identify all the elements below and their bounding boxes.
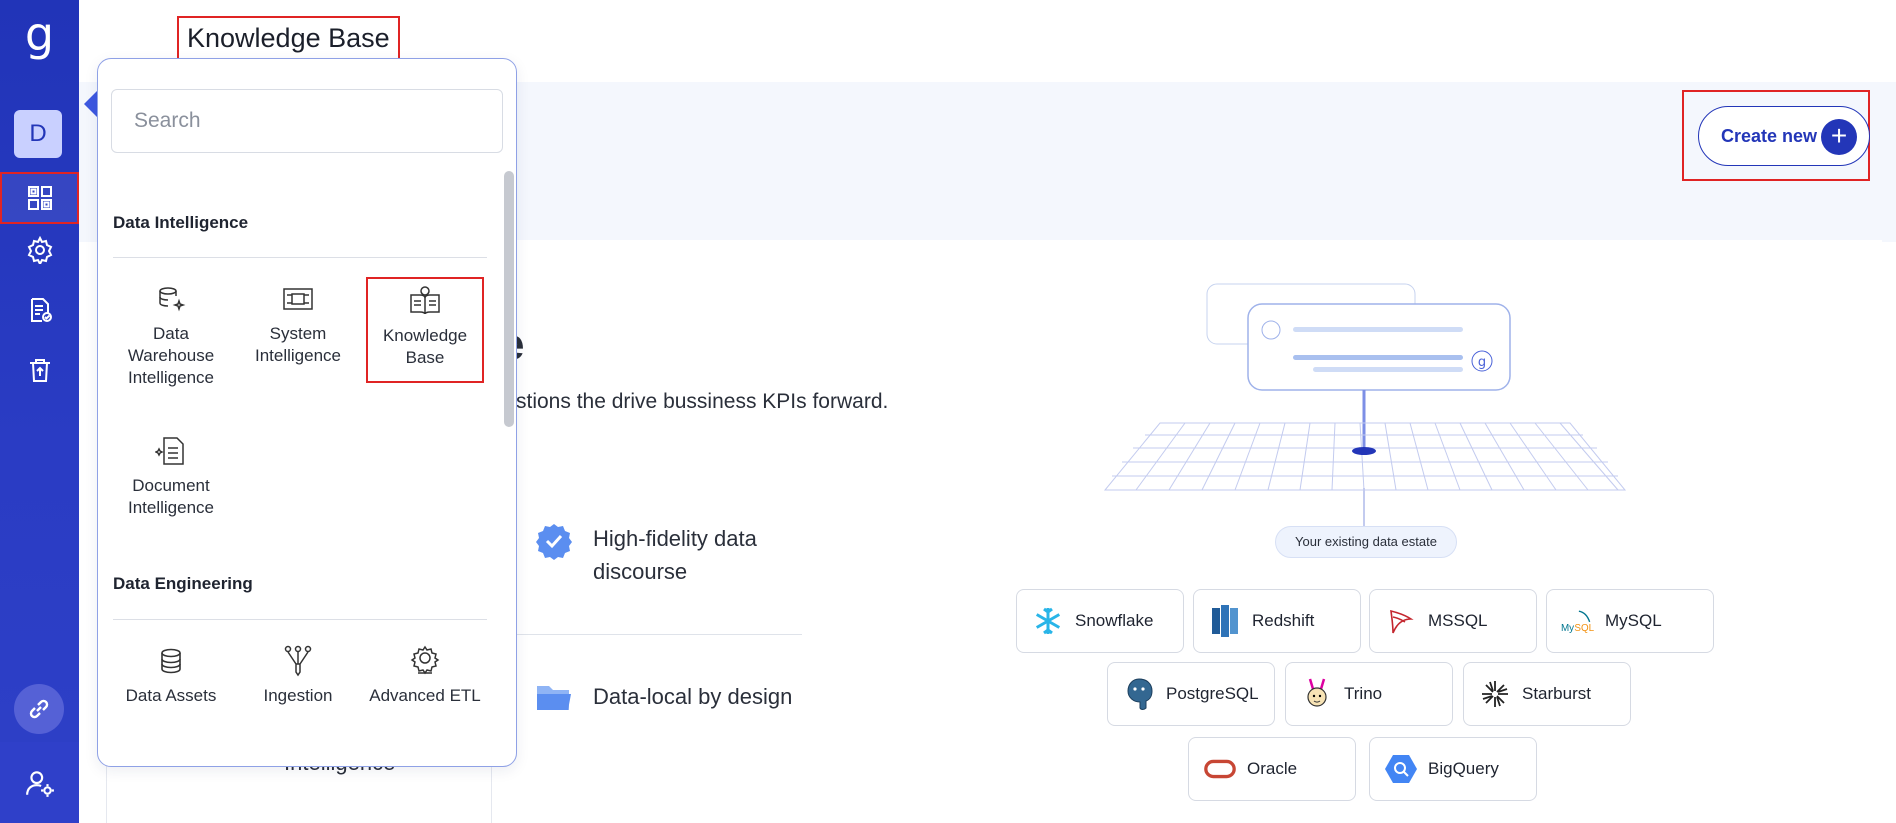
database-icon bbox=[161, 648, 181, 674]
source-chip-oracle: Oracle bbox=[1188, 737, 1356, 801]
menu-scrollbar[interactable] bbox=[504, 171, 514, 427]
feature-text: High-fidelity data discourse bbox=[593, 526, 757, 584]
rail-item-trash[interactable] bbox=[0, 344, 79, 396]
app-logo[interactable]: g bbox=[0, 8, 79, 60]
menu-item-ingestion[interactable]: Ingestion bbox=[239, 645, 357, 707]
avatar[interactable]: D bbox=[14, 110, 62, 158]
menu-item-label: System Intelligence bbox=[254, 324, 341, 365]
trash-icon bbox=[29, 359, 50, 382]
hero-subtitle: stions the drive bussiness KPIs forward. bbox=[516, 390, 889, 413]
funnel-icon bbox=[284, 645, 312, 677]
trino-icon bbox=[1300, 677, 1334, 711]
source-chip-mysql: My SQL MySQL bbox=[1546, 589, 1714, 653]
mssql-icon bbox=[1384, 604, 1418, 638]
menu-item-data-warehouse-intelligence[interactable]: Data Warehouse Intelligence bbox=[112, 283, 230, 389]
menu-item-label: Advanced ETL bbox=[369, 686, 481, 705]
mysql-icon: My SQL bbox=[1561, 604, 1595, 638]
menu-item-label: Data Warehouse Intelligence bbox=[127, 324, 215, 387]
create-new-button[interactable]: Create new + bbox=[1698, 106, 1870, 166]
source-name: PostgreSQL bbox=[1166, 684, 1259, 703]
rail-item-link[interactable] bbox=[14, 684, 64, 734]
verified-badge-icon bbox=[536, 524, 572, 560]
estate-label: Your existing data estate bbox=[1275, 526, 1457, 558]
section-title-data-engineering: Data Engineering bbox=[113, 574, 253, 593]
source-chip-redshift: Redshift bbox=[1193, 589, 1361, 653]
menu-item-label: Knowledge Base bbox=[382, 326, 468, 367]
svg-text:g: g bbox=[1478, 355, 1486, 370]
apps-menu: Data Intelligence Data Warehouse Intelli… bbox=[97, 58, 517, 767]
link-icon bbox=[29, 699, 49, 719]
source-name: MSSQL bbox=[1428, 611, 1488, 630]
menu-pointer bbox=[84, 90, 98, 118]
plus-icon: + bbox=[1821, 119, 1857, 155]
gear-hand-icon bbox=[410, 645, 440, 675]
source-chip-trino: Trino bbox=[1285, 662, 1453, 726]
redshift-icon bbox=[1208, 604, 1242, 638]
menu-item-label: Data Assets bbox=[125, 686, 217, 705]
source-chip-snowflake: Snowflake bbox=[1016, 589, 1184, 653]
database-sparkle-icon bbox=[159, 287, 186, 312]
divider bbox=[515, 634, 802, 635]
source-chip-postgresql: PostgreSQL bbox=[1107, 662, 1275, 726]
book-lightbulb-icon bbox=[410, 286, 440, 315]
rail-item-apps[interactable] bbox=[0, 172, 79, 224]
menu-item-system-intelligence[interactable]: System Intelligence bbox=[239, 283, 357, 367]
rail-item-settings[interactable] bbox=[0, 224, 79, 276]
menu-item-data-assets[interactable]: Data Assets bbox=[112, 645, 230, 707]
source-chip-mssql: MSSQL bbox=[1369, 589, 1537, 653]
source-chip-starburst: Starburst bbox=[1463, 662, 1631, 726]
menu-item-advanced-etl[interactable]: Advanced ETL bbox=[366, 645, 484, 707]
svg-text:SQL: SQL bbox=[1574, 623, 1594, 634]
feature-data-local: Data-local by design bbox=[535, 680, 793, 714]
svg-text:My: My bbox=[1561, 623, 1574, 634]
source-name: Trino bbox=[1344, 684, 1383, 703]
document-sparkle-icon bbox=[155, 437, 184, 465]
source-name: Starburst bbox=[1522, 684, 1591, 703]
menu-item-document-intelligence[interactable]: Document Intelligence bbox=[112, 435, 230, 519]
oracle-icon bbox=[1203, 752, 1237, 786]
page-title: Knowledge Base bbox=[177, 16, 400, 60]
section-divider bbox=[113, 257, 487, 258]
rail-item-user-settings[interactable] bbox=[0, 742, 79, 823]
section-divider bbox=[113, 619, 487, 620]
source-name: BigQuery bbox=[1428, 759, 1499, 778]
feature-high-fidelity: High-fidelity data discourse bbox=[535, 522, 793, 588]
user-settings-icon bbox=[25, 770, 54, 797]
postgresql-icon bbox=[1122, 677, 1156, 711]
bigquery-icon bbox=[1384, 752, 1418, 786]
source-name: Snowflake bbox=[1075, 611, 1154, 630]
feature-text: Data-local by design bbox=[593, 684, 793, 709]
left-rail: g D bbox=[0, 0, 79, 823]
source-name: Oracle bbox=[1247, 759, 1298, 778]
create-new-highlight: Create new + bbox=[1682, 90, 1870, 181]
document-check-icon bbox=[30, 298, 52, 322]
menu-item-label: Ingestion bbox=[263, 686, 333, 705]
folder-icon bbox=[537, 686, 571, 710]
section-title-data-intelligence: Data Intelligence bbox=[113, 213, 249, 232]
menu-item-label: Document Intelligence bbox=[127, 476, 214, 517]
source-name: MySQL bbox=[1605, 611, 1662, 630]
starburst-icon bbox=[1478, 677, 1512, 711]
grid-icon bbox=[27, 186, 52, 210]
snowflake-icon bbox=[1031, 604, 1065, 638]
source-chip-bigquery: BigQuery bbox=[1369, 737, 1537, 801]
chip-icon bbox=[283, 288, 313, 310]
gear-icon bbox=[27, 236, 52, 264]
create-new-label: Create new bbox=[1721, 125, 1818, 146]
rail-item-documents[interactable] bbox=[0, 284, 79, 336]
source-name: Redshift bbox=[1252, 611, 1315, 630]
menu-search-input[interactable] bbox=[111, 89, 503, 153]
menu-item-knowledge-base[interactable]: Knowledge Base bbox=[366, 277, 484, 383]
